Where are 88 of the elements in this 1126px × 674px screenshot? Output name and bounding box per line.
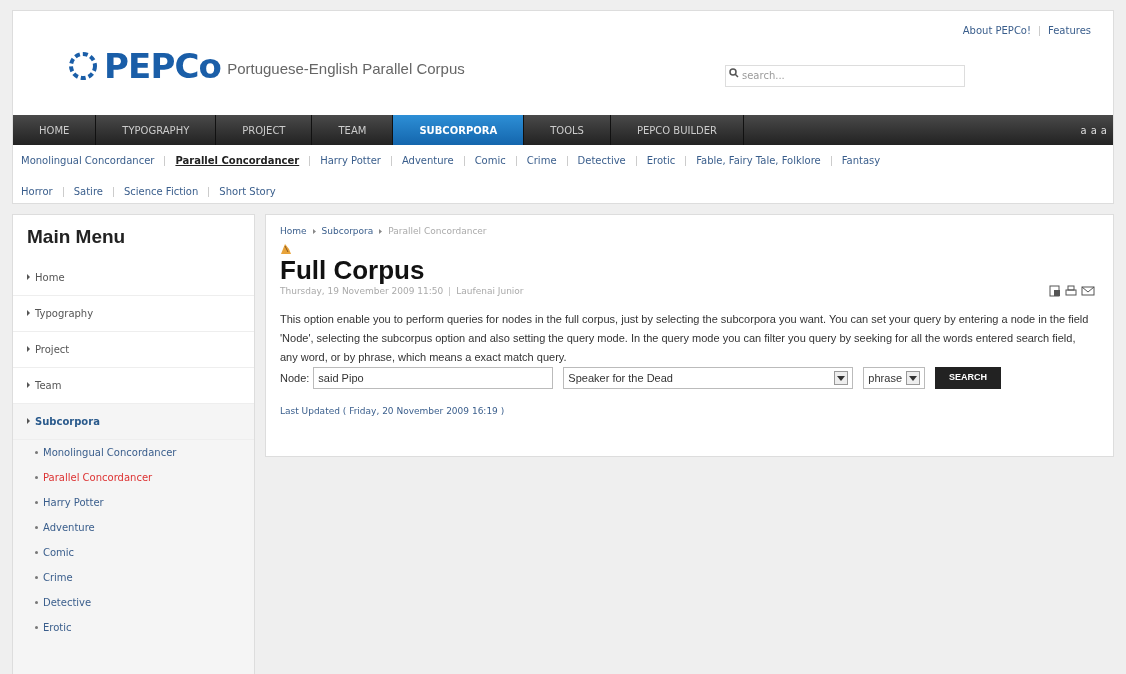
dot-bullet-icon xyxy=(35,525,38,529)
sidebar-title: Main Menu xyxy=(13,215,254,260)
subnav-link[interactable]: Satire xyxy=(73,184,103,199)
subnav-link[interactable]: Parallel Concordancer xyxy=(175,153,300,168)
triangle-bullet-icon xyxy=(27,418,30,424)
submenu-item-label[interactable]: Erotic xyxy=(43,619,72,635)
subnav-link[interactable]: Comic xyxy=(474,153,506,168)
logo-wordmark: PEPCo xyxy=(104,49,222,83)
breadcrumb-link[interactable]: Home xyxy=(280,225,307,239)
chevron-icon xyxy=(379,229,383,235)
submenu-item-label[interactable]: Adventure xyxy=(43,519,95,535)
submenu-item[interactable]: Adventure xyxy=(13,514,254,540)
dropdown-caret-icon[interactable] xyxy=(906,371,920,385)
nav-tab[interactable]: PROJECT xyxy=(216,115,313,145)
submenu-item-label[interactable]: Comic xyxy=(43,544,75,560)
menu-item[interactable]: Team xyxy=(13,367,254,404)
subnav-link[interactable]: Fantasy xyxy=(841,153,881,168)
article-body: This option enable you to perform queries for nodes in the full corpus, just by selecting the subcorpora you want. You can set your query by entering a node in the field 'Node', selecting the subcorpus option and also setting the query mode. In the query mode you can filter you query by seeking for all the words entered search field, any word, or by phrase, which means a exact match query. xyxy=(280,312,1090,365)
submenu-item-label[interactable]: Crime xyxy=(43,569,73,585)
email-icon[interactable] xyxy=(1081,285,1095,298)
menu-item[interactable]: Project xyxy=(13,331,254,368)
font-size-control[interactable]: a xyxy=(1100,122,1107,138)
dot-bullet-icon xyxy=(35,450,38,454)
search-button[interactable]: SEARCH xyxy=(935,367,1001,389)
dropdown-caret-icon[interactable] xyxy=(834,371,849,385)
article-author: Laufenai Junior xyxy=(456,284,524,298)
dot-bullet-icon xyxy=(35,550,38,554)
subnav-link[interactable]: Detective xyxy=(577,153,626,168)
logo-ring-icon xyxy=(68,51,98,81)
submenu-item[interactable]: Harry Potter xyxy=(13,489,254,515)
mode-select[interactable]: phrase xyxy=(863,367,925,389)
subnav-link[interactable]: Harry Potter xyxy=(320,153,381,168)
triangle-bullet-icon xyxy=(27,310,30,316)
submenu-item[interactable]: Monolingual Concordancer xyxy=(13,439,254,465)
triangle-bullet-icon xyxy=(27,346,30,352)
menu-item[interactable]: Typography xyxy=(13,295,254,332)
subnav-link[interactable]: Horror xyxy=(21,184,53,199)
subnav-link[interactable]: Adventure xyxy=(401,153,454,168)
top-link[interactable]: About PEPCo! xyxy=(962,23,1031,38)
menu-item-label[interactable]: Subcorpora xyxy=(35,413,100,429)
last-updated: Last Updated ( Friday, 20 November 2009 16:19 ) xyxy=(280,405,506,418)
article-date: Thursday, 19 November 2009 11:50 xyxy=(280,284,444,298)
nav-tab[interactable]: TOOLS xyxy=(524,115,611,145)
subnav-link[interactable]: Monolingual Concordancer xyxy=(21,153,155,168)
submenu-item-label[interactable]: Monolingual Concordancer xyxy=(43,444,177,460)
subnav-link[interactable]: Erotic xyxy=(646,153,676,168)
submenu-item[interactable]: Comic xyxy=(13,539,254,565)
menu-item[interactable]: Home xyxy=(13,259,254,296)
menu-item-label[interactable]: Home xyxy=(35,269,65,285)
chevron-icon xyxy=(312,229,316,235)
submenu-item[interactable]: Detective xyxy=(13,589,254,615)
nav-tab[interactable]: SUBCORPORA xyxy=(393,115,525,145)
dot-bullet-icon xyxy=(35,600,38,604)
submenu-item-label[interactable]: Harry Potter xyxy=(43,494,104,510)
subnav-link[interactable]: Fable, Fairy Tale, Folklore xyxy=(696,153,821,168)
nav-tab[interactable]: TYPOGRAPHY xyxy=(96,115,217,145)
top-link[interactable]: Features xyxy=(1048,23,1091,38)
pdf-icon[interactable] xyxy=(1049,285,1061,298)
submenu-item-label[interactable]: Detective xyxy=(43,594,92,610)
font-size-control[interactable]: a xyxy=(1080,122,1087,138)
print-icon[interactable] xyxy=(1065,285,1077,298)
subnav-link[interactable]: Science Fiction xyxy=(123,184,199,199)
submenu-item[interactable]: Parallel Concordancer xyxy=(13,464,254,490)
search-icon xyxy=(729,68,739,78)
node-label: Node: xyxy=(280,370,310,386)
triangle-bullet-icon xyxy=(27,274,30,280)
menu-item-label[interactable]: Typography xyxy=(35,305,94,321)
subnav-link[interactable]: Crime xyxy=(526,153,557,168)
subnav-link[interactable]: Short Story xyxy=(219,184,276,199)
nav-tab[interactable]: PEPCO BUILDER xyxy=(610,115,744,145)
dot-bullet-icon xyxy=(35,500,38,504)
subcorpus-select[interactable]: Speaker for the Dead xyxy=(563,367,854,389)
menu-item-label[interactable]: Project xyxy=(35,341,70,357)
site-tagline: Portuguese-English Parallel Corpus xyxy=(227,58,465,79)
dot-bullet-icon xyxy=(35,575,38,579)
nav-tab[interactable]: HOME xyxy=(13,115,97,145)
dot-bullet-icon xyxy=(35,625,38,629)
submenu-item-label[interactable]: Parallel Concordancer xyxy=(43,469,153,485)
font-size-control[interactable]: a xyxy=(1090,122,1097,138)
search-field[interactable]: search... xyxy=(725,64,965,87)
menu-item-label[interactable]: Team xyxy=(35,377,62,393)
dot-bullet-icon xyxy=(35,475,38,479)
triangle-bullet-icon xyxy=(27,382,30,388)
breadcrumb-link[interactable]: Subcorpora xyxy=(321,225,374,239)
submenu-item[interactable]: Erotic xyxy=(13,614,254,640)
submenu-item[interactable]: Crime xyxy=(13,564,254,590)
article-title: Full Corpus xyxy=(280,254,426,285)
node-field[interactable]: said Pipo xyxy=(313,367,554,389)
